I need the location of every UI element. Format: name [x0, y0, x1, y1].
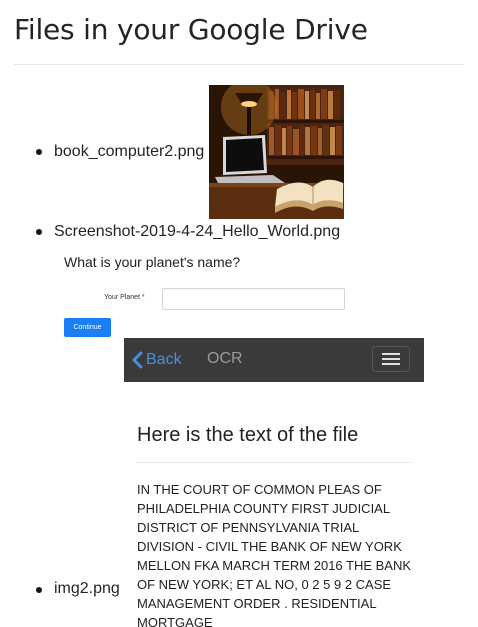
planet-field-label: Your Planet * — [104, 294, 145, 301]
required-mark: * — [141, 294, 145, 301]
planet-question: What is your planet's name? — [64, 254, 241, 270]
ocr-brand[interactable]: OCR — [207, 350, 243, 368]
ocr-app-screenshot: Back OCR Here is the text of the file IN… — [124, 338, 424, 627]
hello-world-screenshot: What is your planet's name? Your Planet … — [63, 250, 353, 342]
planet-input[interactable] — [162, 288, 345, 310]
file-name-3: img2.png — [54, 580, 120, 597]
ocr-heading: Here is the text of the file — [137, 424, 359, 446]
chevron-left-icon[interactable] — [130, 351, 146, 369]
list-bullet — [36, 229, 42, 235]
ocr-extracted-text: IN THE COURT OF COMMON PLEAS OF PHILADEL… — [137, 482, 412, 627]
list-bullet — [36, 587, 42, 593]
page-title: Files in your Google Drive — [14, 13, 368, 46]
back-link[interactable]: Back — [146, 351, 182, 369]
list-bullet — [36, 149, 42, 155]
file-name-1: book_computer2.png — [54, 143, 205, 160]
ocr-divider — [137, 462, 411, 463]
hamburger-menu-icon[interactable] — [372, 346, 410, 372]
continue-button[interactable]: Continue — [64, 318, 111, 337]
title-divider — [14, 64, 464, 65]
ocr-navbar: Back OCR — [124, 338, 424, 382]
book-computer-image — [209, 85, 344, 219]
file-name-2: Screenshot-2019-4-24_Hello_World.png — [54, 223, 341, 240]
